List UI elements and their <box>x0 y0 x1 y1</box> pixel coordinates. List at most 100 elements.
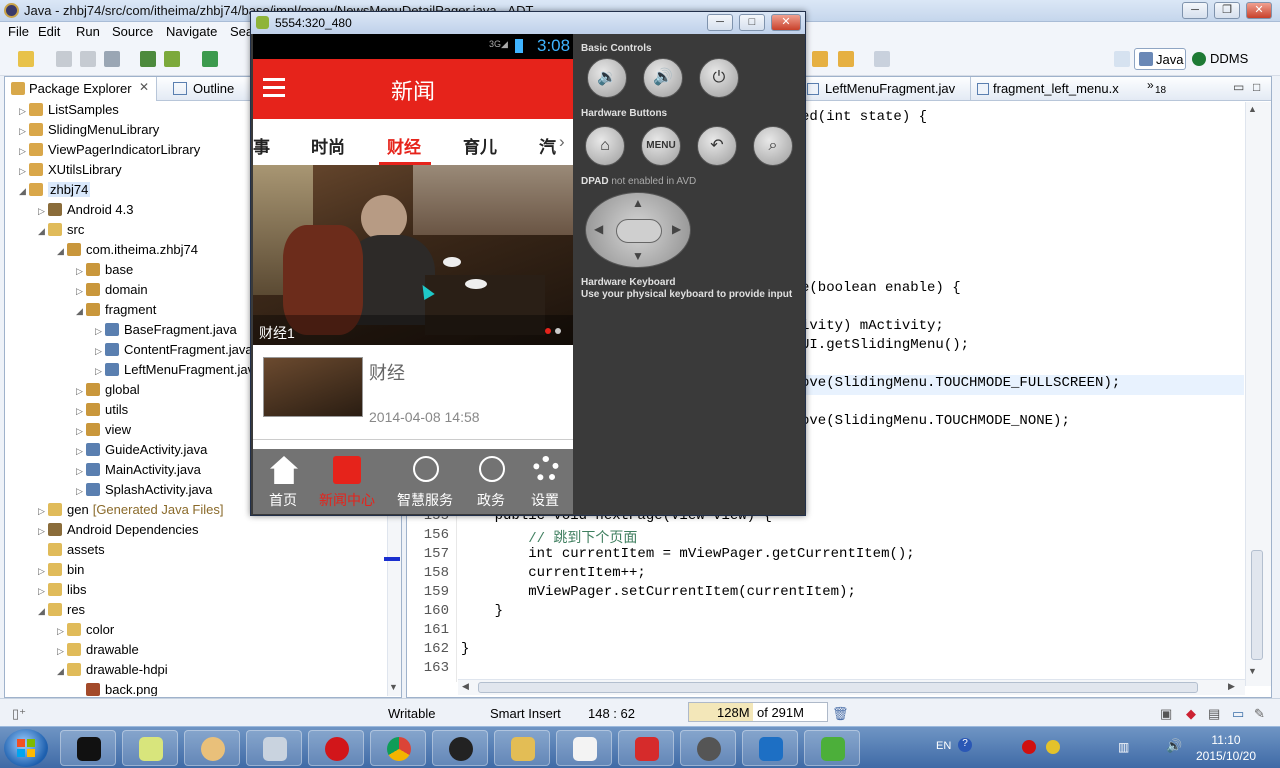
expand-toggle-icon[interactable]: ◢ <box>57 246 67 257</box>
tree-item[interactable]: ▷ Android 4.3 <box>38 202 134 222</box>
nav-government[interactable]: 政务 <box>461 449 521 514</box>
tab-fashion[interactable]: 时尚 <box>311 133 345 158</box>
emu-close-button[interactable]: ✕ <box>771 14 801 31</box>
tree-item[interactable]: ▷ utils <box>76 402 128 422</box>
clock-time[interactable]: 11:10 <box>1196 733 1256 747</box>
tray-record-icon[interactable] <box>1022 740 1036 754</box>
tree-item[interactable]: ▷ global <box>76 382 140 402</box>
tray-add-icon[interactable] <box>1046 740 1060 754</box>
taskbar-cmd[interactable] <box>60 730 116 766</box>
taskbar-calculator[interactable] <box>246 730 302 766</box>
tree-item[interactable]: ▷ base <box>76 262 133 282</box>
dpad-center[interactable] <box>616 219 662 243</box>
scroll-right-icon[interactable]: ▶ <box>1228 681 1235 692</box>
editor-vscrollbar[interactable]: ▲ ▼ <box>1245 102 1271 686</box>
tab-leftmenufragment[interactable]: LeftMenuFragment.jav <box>801 77 971 101</box>
java-perspective-button[interactable]: Java <box>1134 48 1186 70</box>
tree-item[interactable]: ▷ Android Dependencies <box>38 522 199 542</box>
taskbar-mind[interactable] <box>618 730 674 766</box>
start-button[interactable] <box>4 729 48 767</box>
scroll-down-icon[interactable]: ▼ <box>1248 666 1257 676</box>
tree-item[interactable]: ◢ src <box>38 222 84 242</box>
tree-item[interactable]: ◢ com.itheima.zhbj74 <box>57 242 198 262</box>
tab-next-icon[interactable]: › <box>559 132 565 152</box>
tree-item[interactable]: ▷ SplashActivity.java <box>76 482 212 502</box>
help-icon[interactable]: ? <box>958 738 972 752</box>
expand-toggle-icon[interactable]: ◢ <box>57 666 67 677</box>
expand-toggle-icon[interactable]: ▷ <box>76 406 86 417</box>
close-tab-icon[interactable]: ✕ <box>139 80 149 94</box>
tab-parenting[interactable]: 育儿 <box>463 133 497 158</box>
nav-news-center[interactable]: 新闻中心 <box>317 449 377 514</box>
expand-toggle-icon[interactable]: ▷ <box>95 326 105 337</box>
expand-toggle-icon[interactable]: ▷ <box>76 286 86 297</box>
news-banner[interactable]: 财经1 <box>253 165 573 345</box>
expand-toggle-icon[interactable]: ▷ <box>38 526 48 537</box>
scroll-left-icon[interactable]: ◀ <box>462 681 469 692</box>
expand-toggle-icon[interactable]: ◢ <box>76 306 86 317</box>
expand-toggle-icon[interactable]: ▷ <box>76 386 86 397</box>
dpad-down-icon[interactable]: ▼ <box>632 249 644 263</box>
forward-arrow-icon[interactable] <box>812 51 828 67</box>
news-list-item[interactable]: 财经 2014-04-08 14:58 <box>253 345 573 440</box>
search-button-icon[interactable]: ⌕ <box>753 126 793 166</box>
nav-home[interactable]: 首页 <box>253 449 313 514</box>
home-button-icon[interactable]: ⌂ <box>585 126 625 166</box>
menu-file[interactable]: File <box>8 24 29 39</box>
expand-toggle-icon[interactable]: ▷ <box>57 646 67 657</box>
tree-item[interactable]: ▷ bin <box>38 562 84 582</box>
code-area[interactable]: 155 public void nextPage(View view) {156… <box>407 508 1244 680</box>
scroll-down-icon[interactable]: ▼ <box>389 682 398 692</box>
heap-status[interactable]: 128M of 291M <box>688 702 828 722</box>
expand-toggle-icon[interactable]: ▷ <box>57 626 67 637</box>
expand-toggle-icon[interactable]: ▷ <box>19 126 29 137</box>
expand-toggle-icon[interactable]: ▷ <box>76 466 86 477</box>
taskbar-mp[interactable] <box>742 730 798 766</box>
expand-toggle-icon[interactable]: ▷ <box>19 106 29 117</box>
menu-edit[interactable]: Edit <box>38 24 60 39</box>
taskbar-sticky-notes[interactable] <box>122 730 178 766</box>
emu-maximize-button[interactable]: □ <box>739 14 765 31</box>
tree-item[interactable]: ▷ ContentFragment.java <box>95 342 253 362</box>
tree-item[interactable]: ▷ view <box>76 422 131 442</box>
save-all-icon[interactable] <box>80 51 96 67</box>
tree-item[interactable]: ▷ MainActivity.java <box>76 462 201 482</box>
menu-button[interactable]: MENU <box>641 126 681 166</box>
android-sdk-icon[interactable] <box>140 51 156 67</box>
tree-item[interactable]: ▷ gen [Generated Java Files] <box>38 502 224 522</box>
tree-item[interactable]: ◢ fragment <box>76 302 156 322</box>
tree-item[interactable]: ▷ libs <box>38 582 87 602</box>
volume-up-icon[interactable]: 🔊 <box>643 58 683 98</box>
expand-toggle-icon[interactable]: ▷ <box>95 366 105 377</box>
next-arrow-icon[interactable] <box>874 51 890 67</box>
tree-item[interactable]: ▷ BaseFragment.java <box>95 322 237 342</box>
tree-item[interactable]: ▷ SlidingMenuLibrary <box>19 122 159 142</box>
tree-item[interactable]: ▷ ListSamples <box>19 102 119 122</box>
tree-item[interactable]: assets <box>38 542 105 562</box>
nav-settings[interactable]: 设置 <box>515 449 573 514</box>
tree-item[interactable]: ▷ GuideActivity.java <box>76 442 207 462</box>
more-tabs-button[interactable]: » 18 <box>1145 77 1185 101</box>
new-icon[interactable] <box>18 51 34 67</box>
taskbar-eclipse[interactable] <box>680 730 736 766</box>
network-icon[interactable]: ▥ <box>1118 740 1129 754</box>
print-icon[interactable] <box>104 51 120 67</box>
menu-source[interactable]: Source <box>112 24 153 39</box>
tab-fragment-left-menu[interactable]: fragment_left_menu.x <box>973 77 1141 101</box>
expand-toggle-icon[interactable]: ▷ <box>76 426 86 437</box>
menu-navigate[interactable]: Navigate <box>166 24 217 39</box>
expand-toggle-icon[interactable]: ▷ <box>38 566 48 577</box>
tree-item[interactable]: ▷ color <box>57 622 114 642</box>
expand-toggle-icon[interactable]: ▷ <box>76 446 86 457</box>
status-tool-icon[interactable]: ▣ <box>1160 706 1172 722</box>
dpad-right-icon[interactable]: ▶ <box>672 222 681 236</box>
back-arrow-icon[interactable] <box>838 51 854 67</box>
taskbar-paint[interactable] <box>184 730 240 766</box>
power-icon[interactable]: ⏻ <box>699 58 739 98</box>
taskbar-android-sdk[interactable] <box>432 730 488 766</box>
editor-hscrollbar[interactable]: ◀ ▶ <box>458 679 1245 695</box>
taskbar-record[interactable] <box>308 730 364 766</box>
expand-toggle-icon[interactable]: ◢ <box>38 226 48 237</box>
tab-outline[interactable]: Outline <box>163 77 243 101</box>
tree-item[interactable]: ◢ res <box>38 602 85 622</box>
